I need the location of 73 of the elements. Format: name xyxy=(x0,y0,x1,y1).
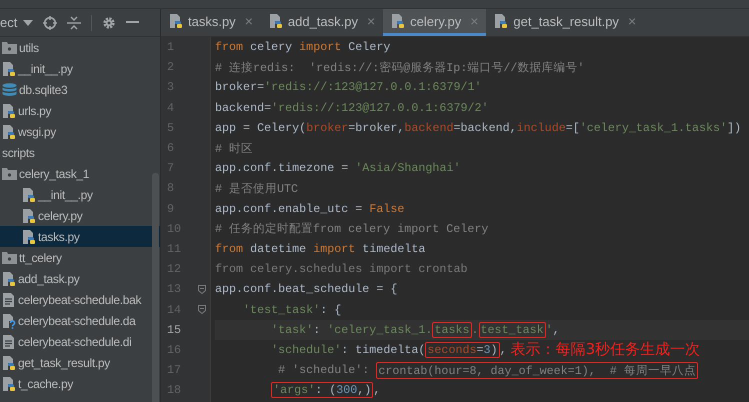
code-line: app.conf.enable_utc = False xyxy=(215,200,406,218)
fold-icon[interactable] xyxy=(198,305,206,314)
tree-item[interactable]: tt_celery xyxy=(0,247,160,268)
python-file-icon xyxy=(494,13,508,29)
code-text: # 'schedule': xyxy=(277,363,370,378)
tree-item[interactable]: utils xyxy=(0,37,160,58)
code-line: # 是否使用UTC xyxy=(215,180,300,198)
settings-icon[interactable] xyxy=(102,16,116,30)
code-line: from celery import Celery xyxy=(215,39,392,56)
python-file-icon xyxy=(22,208,36,224)
python-file-icon xyxy=(2,102,16,118)
python-file-icon xyxy=(22,228,36,244)
python-file-icon xyxy=(2,124,16,140)
code-text: , xyxy=(500,342,507,357)
crosshair-icon[interactable] xyxy=(43,16,58,30)
tree-item[interactable]: urls.py xyxy=(0,100,160,121)
code-line: from datetime import timedelta xyxy=(215,240,426,258)
annotation-box: 'args': (300,) xyxy=(271,382,374,398)
python-file-icon xyxy=(391,13,406,29)
code-text: , xyxy=(373,383,380,398)
collapse-icon[interactable] xyxy=(67,16,82,30)
annotation-box: tasks xyxy=(432,322,472,338)
code-text: 'task': 'celery_task_1. xyxy=(271,322,432,337)
code-text: . xyxy=(472,322,479,337)
code-text: ', xyxy=(546,322,560,337)
tree-item[interactable]: celery_task_1 xyxy=(0,163,160,184)
python-file-icon xyxy=(268,13,283,29)
tree-item[interactable]: scripts xyxy=(0,142,160,163)
fold-icon[interactable] xyxy=(198,284,206,294)
code-line: backend='redis://:123@127.0.0.1:6379/2' xyxy=(215,100,490,117)
python-file-icon xyxy=(2,354,16,370)
database-icon xyxy=(2,82,17,96)
editor-tab[interactable]: get_task_result.py × xyxy=(486,9,644,36)
code-text: 'schedule': timedelta( xyxy=(271,342,426,357)
caret-icon xyxy=(23,20,34,26)
python-file-icon xyxy=(169,13,183,29)
code-line: app.conf.beat_schedule = { xyxy=(215,281,398,298)
tree-item[interactable]: db.sqlite3 xyxy=(0,79,160,100)
tree-item[interactable]: t_cache.py xyxy=(0,373,160,394)
tree-item[interactable]: celery.py xyxy=(0,205,160,226)
tree-item[interactable]: celerybeat-schedule.bak xyxy=(0,289,160,310)
python-file-icon xyxy=(22,186,36,202)
view-dropdown[interactable]: ect xyxy=(0,15,34,30)
tree-item[interactable]: celerybeat-schedule.da xyxy=(0,310,160,331)
code-line: 'test_task': { xyxy=(242,302,342,319)
python-file-icon xyxy=(2,60,16,76)
editor-tab[interactable]: add_task.py × xyxy=(260,9,384,36)
code-line: # 任务的定时配置from celery import Celery xyxy=(215,221,490,238)
editor-tab[interactable]: celery.py × xyxy=(383,9,486,36)
code-line: # 连接redis: 'redis://:密码@服务器Ip:端口号//数据库编号' xyxy=(215,60,586,77)
unknown-file-icon xyxy=(2,312,16,328)
python-file-icon xyxy=(2,376,16,392)
code-line: # 时区 xyxy=(215,140,254,158)
tree-item[interactable]: tasks.py xyxy=(0,226,160,247)
python-file-icon xyxy=(2,270,16,286)
minimize-icon[interactable] xyxy=(126,21,140,24)
editor-tab[interactable]: tasks.py × xyxy=(161,9,261,36)
code-line: broker='redis://:123@127.0.0.1:6379/1' xyxy=(215,79,483,96)
tree-item[interactable]: __init__.py xyxy=(0,184,160,205)
tree-item[interactable]: get_task_result.py xyxy=(0,352,160,373)
code-line: app.conf.timezone = 'Asia/Shanghai' xyxy=(215,160,462,178)
scrollbar-thumb[interactable] xyxy=(152,173,159,402)
annotation-box: test_task xyxy=(478,322,546,338)
annotation-box: seconds=3) xyxy=(425,342,500,358)
tree-item[interactable]: add_task.py xyxy=(0,268,160,289)
annotation-note: 表示：每隔3秒任务生成一次 xyxy=(510,340,700,360)
tree-item[interactable]: celerybeat-schedule.di xyxy=(0,331,160,352)
code-line: app = Celery(broker=broker,backend=backend,include=['celery_task_1.tasks']) xyxy=(215,120,742,137)
tree-item[interactable]: __init__.py xyxy=(0,58,160,79)
code-line: from celery.schedules import crontab xyxy=(215,261,468,278)
annotation-box: crontab(hour=8, day_of_week=1), # 每周一早八点 xyxy=(376,362,698,379)
line-number: 15 xyxy=(167,322,182,337)
tree-item[interactable]: wsgi.py xyxy=(0,121,160,142)
